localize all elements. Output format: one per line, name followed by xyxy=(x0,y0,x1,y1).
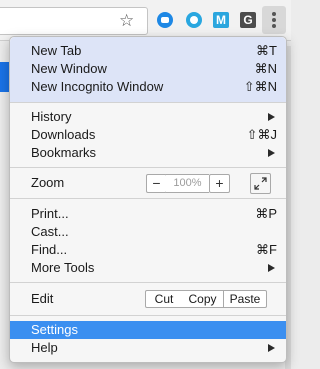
fullscreen-icon xyxy=(254,177,267,190)
menu-kebab-button[interactable] xyxy=(262,6,286,34)
address-bar[interactable]: ☆ xyxy=(0,7,148,35)
menu-item-label: Print... xyxy=(31,206,69,221)
chrome-main-menu: New Tab ⌘T New Window ⌘N New Incognito W… xyxy=(9,36,287,363)
menu-item-label: More Tools xyxy=(31,260,95,275)
menu-item-label: History xyxy=(31,109,72,124)
menu-separator xyxy=(10,282,286,283)
menu-item-cast[interactable]: Cast... xyxy=(10,223,286,241)
menu-item-label: New Window xyxy=(31,61,107,76)
menu-item-label: Find... xyxy=(31,242,68,257)
submenu-arrow-icon xyxy=(268,344,275,352)
menu-separator xyxy=(10,315,286,316)
zoom-level-value: 100% xyxy=(166,174,209,193)
menu-item-shortcut: ⇧⌘J xyxy=(246,127,277,142)
menu-item-new-tab[interactable]: New Tab ⌘T xyxy=(10,42,286,60)
menu-item-more-tools[interactable]: More Tools xyxy=(10,259,286,277)
menu-separator xyxy=(10,102,286,103)
menu-item-label: New Incognito Window xyxy=(31,79,164,94)
menu-item-shortcut: ⌘P xyxy=(255,206,277,221)
kebab-dot-icon xyxy=(272,24,276,28)
menu-item-downloads[interactable]: Downloads ⇧⌘J xyxy=(10,126,286,144)
fullscreen-button[interactable] xyxy=(250,173,271,194)
kebab-dot-icon xyxy=(272,18,276,22)
menu-item-print[interactable]: Print... ⌘P xyxy=(10,205,286,223)
cut-button[interactable]: Cut xyxy=(145,290,183,308)
menu-item-label: Downloads xyxy=(31,127,96,142)
menu-item-label: Bookmarks xyxy=(31,145,97,160)
menu-separator xyxy=(10,167,286,168)
copy-button[interactable]: Copy xyxy=(182,290,224,308)
menu-item-shortcut: ⌘T xyxy=(256,43,277,58)
submenu-arrow-icon xyxy=(268,113,275,121)
kebab-dot-icon xyxy=(272,12,276,16)
menu-item-new-incognito-window[interactable]: New Incognito Window ⇧⌘N xyxy=(10,78,286,96)
bookmark-star-icon[interactable]: ☆ xyxy=(119,10,134,32)
menu-item-bookmarks[interactable]: Bookmarks xyxy=(10,144,286,162)
zoom-in-button[interactable]: + xyxy=(209,174,230,193)
menu-item-new-window[interactable]: New Window ⌘N xyxy=(10,60,286,78)
g-extension-icon[interactable]: G xyxy=(240,12,256,28)
m-extension-icon[interactable]: M xyxy=(213,12,229,28)
menu-item-shortcut: ⌘N xyxy=(254,61,277,76)
browser-toolbar: ☆ M G xyxy=(0,0,291,41)
edit-label: Edit xyxy=(31,291,54,306)
menu-item-label: Help xyxy=(31,340,58,355)
blue-chat-extension-icon[interactable] xyxy=(157,12,173,28)
menu-item-shortcut: ⇧⌘N xyxy=(243,79,277,94)
menu-item-shortcut: ⌘F xyxy=(256,242,277,257)
menu-item-settings[interactable]: Settings xyxy=(10,321,286,339)
submenu-arrow-icon xyxy=(268,149,275,157)
submenu-arrow-icon xyxy=(268,264,275,272)
menu-item-help[interactable]: Help xyxy=(10,339,286,357)
zoom-out-button[interactable]: − xyxy=(146,174,167,193)
blue-circle-extension-icon[interactable] xyxy=(186,12,202,28)
menu-item-label: Cast... xyxy=(31,224,69,239)
menu-item-find[interactable]: Find... ⌘F xyxy=(10,241,286,259)
menu-item-label: Settings xyxy=(31,322,78,337)
paste-button[interactable]: Paste xyxy=(224,290,267,308)
menu-item-label: New Tab xyxy=(31,43,82,58)
menu-item-history[interactable]: History xyxy=(10,108,286,126)
zoom-label: Zoom xyxy=(31,175,65,190)
menu-separator xyxy=(10,198,286,199)
